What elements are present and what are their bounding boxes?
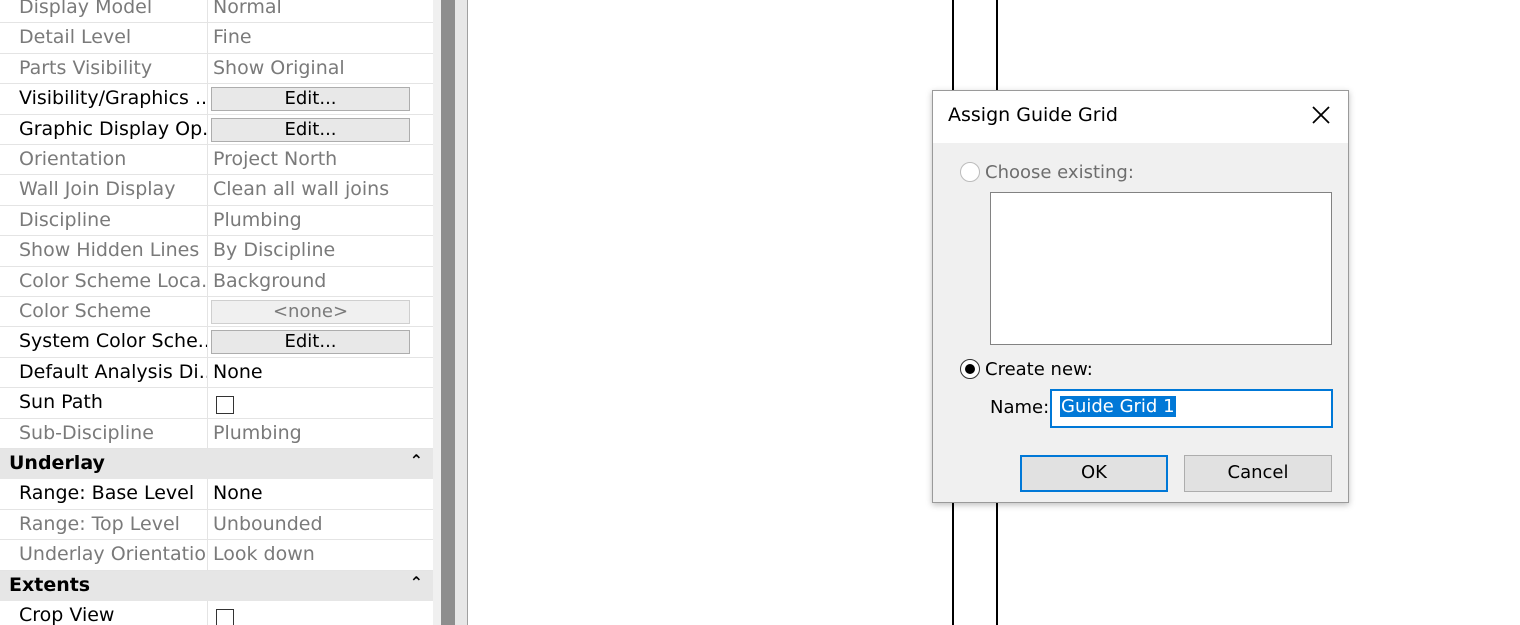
property-value: Background xyxy=(213,269,327,292)
existing-grids-list[interactable] xyxy=(990,192,1332,345)
property-label: Crop View xyxy=(6,601,208,625)
name-input[interactable]: Guide Grid 1 xyxy=(1050,389,1333,428)
group-header-extents[interactable]: Extents ⌃ xyxy=(0,570,433,601)
ok-button[interactable]: OK xyxy=(1020,455,1168,492)
property-row[interactable]: Discipline Plumbing xyxy=(0,205,433,237)
property-row[interactable]: Orientation Project North xyxy=(0,145,433,176)
property-value: By Discipline xyxy=(213,239,336,262)
name-input-value: Guide Grid 1 xyxy=(1060,396,1176,417)
property-row[interactable]: Show Hidden Lines By Discipline xyxy=(0,236,433,267)
property-label: System Color Sche... xyxy=(6,327,208,357)
properties-panel: Display Model Normal Detail Level Fine Parts… xyxy=(0,0,433,625)
property-label: Color Scheme xyxy=(6,297,208,327)
property-row[interactable]: Sun Path xyxy=(0,388,433,419)
property-row[interactable]: System Color Sche... Edit... xyxy=(0,327,433,358)
property-value: Look down xyxy=(213,543,315,566)
property-row[interactable]: Visibility/Graphics ... Edit... xyxy=(0,84,433,115)
property-label: Range: Base Level xyxy=(6,479,208,509)
property-value: Show Original xyxy=(213,56,345,79)
property-row[interactable]: Crop View xyxy=(0,601,433,625)
property-row[interactable]: Underlay Orientation Look down xyxy=(0,540,433,571)
property-row[interactable]: Color Scheme <none> xyxy=(0,297,433,328)
property-row[interactable]: Wall Join Display Clean all wall joins xyxy=(0,175,433,206)
name-label: Name: xyxy=(990,397,1050,418)
property-row[interactable]: Parts Visibility Show Original xyxy=(0,53,433,85)
group-header-underlay[interactable]: Underlay ⌃ xyxy=(0,449,433,480)
property-label: Wall Join Display xyxy=(6,175,208,205)
property-label: Underlay Orientation xyxy=(6,540,208,570)
dialog-title-bar: Assign Guide Grid xyxy=(933,91,1348,143)
property-row[interactable]: Range: Top Level Unbounded xyxy=(0,509,433,541)
property-label: Default Analysis Di... xyxy=(6,357,208,388)
property-row[interactable]: Display Model Normal xyxy=(0,0,433,24)
property-value: Plumbing xyxy=(213,208,302,231)
property-label: Sun Path xyxy=(6,388,208,418)
property-edit-button[interactable]: Edit... xyxy=(211,330,410,355)
property-row[interactable]: Color Scheme Loca... Background xyxy=(0,266,433,297)
property-value: Unbounded xyxy=(213,512,323,535)
property-value: Normal xyxy=(213,0,282,18)
property-row[interactable]: Range: Base Level None xyxy=(0,479,433,510)
property-value: Plumbing xyxy=(213,421,302,444)
close-icon[interactable] xyxy=(1310,104,1332,126)
cancel-button[interactable]: Cancel xyxy=(1184,455,1332,492)
panel-border xyxy=(455,0,468,625)
property-label: Visibility/Graphics ... xyxy=(6,84,208,114)
property-label: Discipline xyxy=(6,205,208,236)
property-value: Fine xyxy=(213,26,252,49)
property-edit-button[interactable]: Edit... xyxy=(211,87,410,112)
property-row[interactable]: Graphic Display Op... Edit... xyxy=(0,114,433,145)
property-edit-button[interactable]: Edit... xyxy=(211,117,410,142)
collapse-icon[interactable]: ⌃ xyxy=(410,451,423,470)
create-new-label: Create new: xyxy=(985,359,1093,380)
assign-guide-grid-dialog: Assign Guide Grid Choose existing: Creat… xyxy=(932,90,1349,503)
choose-existing-label: Choose existing: xyxy=(985,162,1134,183)
property-checkbox[interactable] xyxy=(216,396,234,415)
dialog-title: Assign Guide Grid xyxy=(948,104,1118,126)
property-row[interactable]: Default Analysis Di... None xyxy=(0,357,433,389)
property-label: Range: Top Level xyxy=(6,509,208,540)
group-header-label: Extents xyxy=(9,573,91,596)
property-label: Detail Level xyxy=(6,23,208,53)
property-row[interactable]: Sub-Discipline Plumbing xyxy=(0,418,433,449)
property-edit-button[interactable]: <none> xyxy=(211,300,410,324)
choose-existing-radio[interactable] xyxy=(960,162,980,182)
property-row[interactable]: Detail Level Fine xyxy=(0,23,433,54)
group-header-label: Underlay xyxy=(9,452,105,474)
property-value: Project North xyxy=(213,148,338,170)
property-value: None xyxy=(213,482,263,505)
property-label: Graphic Display Op... xyxy=(6,114,208,144)
panel-splitter-handle[interactable] xyxy=(441,0,455,625)
property-checkbox[interactable] xyxy=(216,609,234,625)
property-label: Parts Visibility xyxy=(6,53,208,84)
property-label: Orientation xyxy=(6,145,208,175)
property-value: Clean all wall joins xyxy=(213,178,390,201)
panel-splitter[interactable] xyxy=(433,0,441,625)
collapse-icon[interactable]: ⌃ xyxy=(410,573,423,592)
property-label: Sub-Discipline xyxy=(6,418,208,448)
property-label: Color Scheme Loca... xyxy=(6,266,208,296)
property-label: Display Model xyxy=(6,0,208,23)
property-label: Show Hidden Lines xyxy=(6,236,208,266)
property-value: None xyxy=(213,360,263,383)
create-new-radio[interactable] xyxy=(960,359,980,379)
